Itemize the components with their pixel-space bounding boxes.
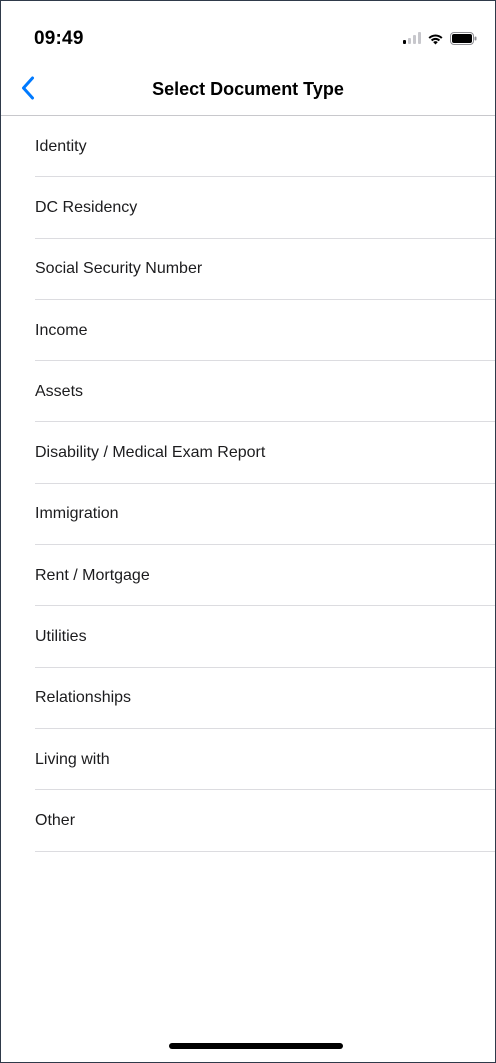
document-type-social-security-number[interactable]: Social Security Number (1, 239, 495, 301)
cellular-signal-icon (403, 32, 421, 44)
list-item-label: Relationships (35, 689, 132, 707)
document-type-other[interactable]: Other (1, 790, 495, 852)
list-item-label: Disability / Medical Exam Report (35, 444, 266, 462)
document-type-dc-residency[interactable]: DC Residency (1, 177, 495, 239)
document-type-living-with[interactable]: Living with (1, 729, 495, 791)
home-indicator[interactable] (169, 1043, 343, 1049)
list-item-label: Income (35, 321, 88, 339)
document-type-disability-medical[interactable]: Disability / Medical Exam Report (1, 422, 495, 485)
phone-screen: 09:49 Select Document Type Identity DC R… (0, 0, 496, 1063)
list-item-label: Immigration (35, 505, 119, 523)
document-type-relationships[interactable]: Relationships (1, 668, 495, 730)
document-type-utilities[interactable]: Utilities (1, 606, 495, 668)
list-item-label: Other (35, 811, 76, 829)
page-title: Select Document Type (152, 79, 344, 99)
document-type-list: Identity DC Residency Social Security Nu… (1, 116, 495, 852)
list-item-label: Social Security Number (35, 260, 203, 278)
list-item-label: Utilities (35, 628, 87, 646)
document-type-rent-mortgage[interactable]: Rent / Mortgage (1, 545, 495, 607)
document-type-assets[interactable]: Assets (1, 361, 495, 423)
status-icons (403, 30, 477, 46)
list-item-label: Assets (35, 382, 84, 400)
wifi-icon (427, 32, 444, 45)
list-item-label: Identity (35, 137, 87, 155)
document-type-immigration[interactable]: Immigration (1, 484, 495, 546)
status-time: 09:49 (34, 28, 84, 49)
list-item-label: Living with (35, 750, 110, 768)
document-type-income[interactable]: Income (1, 300, 495, 362)
list-item-label: DC Residency (35, 198, 138, 216)
list-item-label: Rent / Mortgage (35, 566, 150, 584)
battery-icon (450, 31, 477, 45)
navigation-bar: Select Document Type (1, 73, 495, 116)
status-bar: 09:49 (1, 1, 495, 73)
document-type-identity[interactable]: Identity (1, 116, 495, 178)
